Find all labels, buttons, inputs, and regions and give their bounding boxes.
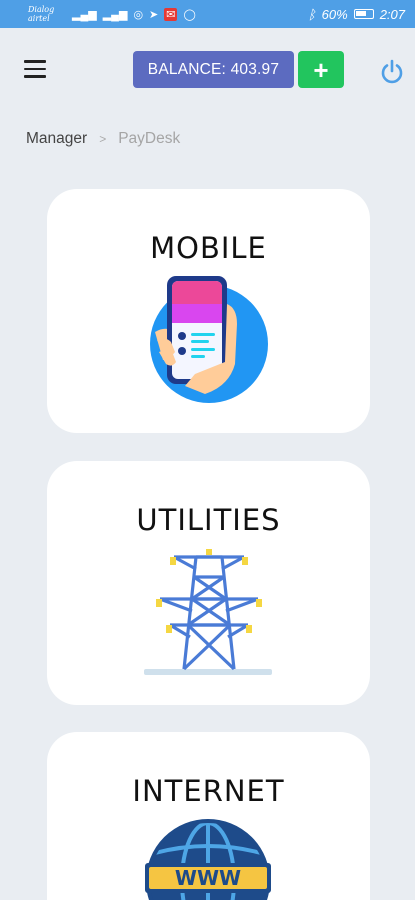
wifi-icon: ◎ [133,8,144,21]
add-balance-button[interactable]: + [298,51,344,88]
clock: 2:07 [379,6,405,22]
signal-icon: ▂▄▆ [72,8,97,21]
telegram-icon: ➤ [149,8,159,21]
breadcrumb-separator: > [99,132,107,146]
signal-icon: ▂▄▆ [102,8,128,21]
status-icons: ▂▄▆ ▂▄▆ ◎ ➤ ✉ ◯ [72,7,196,21]
carrier-label: Dialog airtel [28,5,55,23]
internet-card[interactable]: INTERNET WWW [47,732,370,900]
bluetooth-icon: ᛒ [307,6,316,22]
mobile-phone-icon [150,276,268,403]
status-bar: Dialog airtel ▂▄▆ ▂▄▆ ◎ ➤ ✉ ◯ ᛒ 60% 2:07 [0,0,415,28]
mail-icon: ✉ [164,7,178,21]
svg-text:WWW: WWW [175,866,241,890]
power-tower-icon [144,549,272,675]
mobile-card[interactable]: MOBILE [47,189,370,433]
hamburger-menu-icon[interactable] [24,60,46,78]
globe-www-icon: WWW [145,819,271,900]
card-title: MOBILE [150,231,267,265]
whatsapp-icon: ◯ [183,8,196,21]
balance-button[interactable]: BALANCE: 403.97 [133,51,294,88]
battery-text: 60% [321,6,348,22]
breadcrumb-manager[interactable]: Manager [26,130,87,148]
utilities-card[interactable]: UTILITIES [47,461,370,705]
battery-icon [353,9,374,19]
breadcrumb-paydesk: PayDesk [118,130,181,147]
app-header: BALANCE: 403.97 + [0,28,415,114]
card-title: INTERNET [132,774,285,808]
breadcrumb: Manager > PayDesk [26,130,180,148]
card-title: UTILITIES [136,503,281,537]
power-icon[interactable] [378,58,406,86]
